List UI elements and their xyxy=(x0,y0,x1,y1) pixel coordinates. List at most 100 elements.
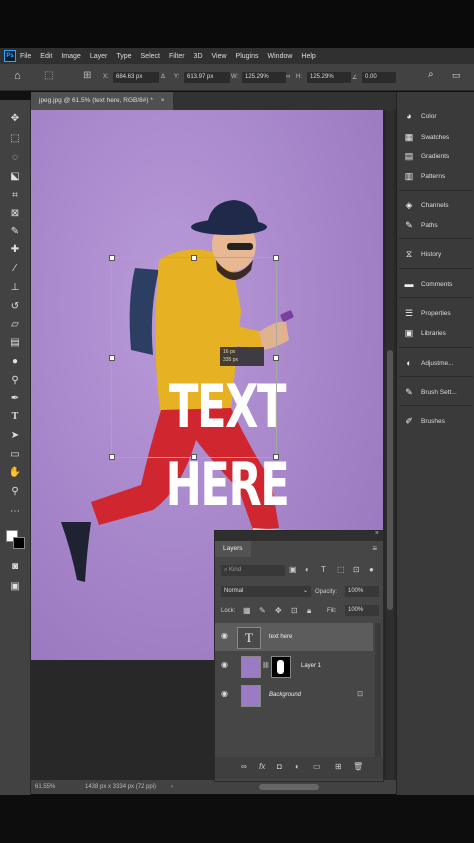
layers-scrollbar[interactable] xyxy=(375,623,381,763)
object-select-tool-icon[interactable]: ⬕ xyxy=(8,170,22,184)
zoom-tool-icon[interactable]: ⚲ xyxy=(8,485,22,499)
transform-handle-ml[interactable] xyxy=(109,355,115,361)
vertical-scrollbar[interactable] xyxy=(386,110,394,780)
pen-tool-icon[interactable]: ✒ xyxy=(8,392,22,406)
eraser-tool-icon[interactable]: ▱ xyxy=(8,318,22,332)
panel-menu-icon[interactable]: ≡ xyxy=(372,544,377,553)
marquee-tool-icon[interactable]: ⬚ xyxy=(8,132,22,146)
eye-icon[interactable]: ◉ xyxy=(221,631,228,640)
add-mask-icon[interactable]: ◘ xyxy=(277,762,282,771)
lock-all-icon[interactable]: 🔒︎ xyxy=(307,606,311,616)
panel-channels[interactable]: ◈ Channels xyxy=(397,194,474,216)
menu-window[interactable]: Window xyxy=(268,53,293,60)
layer-mask-thumbnail[interactable] xyxy=(271,656,291,678)
menu-help[interactable]: Help xyxy=(301,53,315,60)
horizontal-scrollbar-thumb[interactable] xyxy=(259,784,319,790)
layer-row-background[interactable]: ◉ Background ⊡ xyxy=(215,681,373,709)
close-tab-icon[interactable]: × xyxy=(161,97,165,104)
filter-smart-object-icon[interactable]: ⊡ xyxy=(353,565,360,574)
link-icon[interactable]: ∞ xyxy=(286,74,290,80)
panel-properties[interactable]: ☰ Properties xyxy=(397,302,474,324)
layer-filter-search[interactable]: ⌕ Kind xyxy=(221,565,285,576)
menu-filter[interactable]: Filter xyxy=(169,53,185,60)
more-tools-icon[interactable]: ⋯ xyxy=(8,505,22,519)
panel-brush-settings[interactable]: ✎ Brush Sett... xyxy=(397,381,474,403)
panel-comments[interactable]: ▬ Comments xyxy=(397,273,474,295)
menu-plugins[interactable]: Plugins xyxy=(236,53,259,60)
crop-tool-icon[interactable]: ⌗ xyxy=(8,189,22,203)
eye-icon[interactable]: ◉ xyxy=(221,689,228,698)
lock-icon[interactable]: ⊡ xyxy=(357,690,363,698)
filter-shape-icon[interactable]: ⬚ xyxy=(337,565,345,574)
filter-pixel-icon[interactable]: ▣ xyxy=(289,565,297,574)
menu-file[interactable]: File xyxy=(20,53,31,60)
panel-adjustments[interactable]: ◐ Adjustme... xyxy=(397,352,474,374)
opacity-field[interactable]: 100% xyxy=(345,586,379,597)
move-tool-icon[interactable]: ✥ xyxy=(8,112,22,126)
layer-name[interactable]: Background xyxy=(269,692,301,698)
layer-style-icon[interactable]: fx xyxy=(259,762,265,771)
blend-mode-select[interactable]: Normal ⌄ xyxy=(221,586,311,597)
move-tool-options-icon[interactable]: ⬚ xyxy=(44,70,53,81)
lasso-tool-icon[interactable]: ◌ xyxy=(8,151,22,165)
w-field[interactable]: 125.29% xyxy=(242,72,286,83)
hand-tool-icon[interactable]: ✋ xyxy=(8,466,22,480)
angle-field[interactable]: 0.00 xyxy=(362,72,396,83)
layer-name[interactable]: Layer 1 xyxy=(301,663,321,669)
layers-tab[interactable]: Layers xyxy=(215,541,251,557)
filter-adjustment-icon[interactable]: ◐ xyxy=(305,565,310,574)
healing-brush-tool-icon[interactable]: ✚ xyxy=(8,243,22,257)
gradient-tool-icon[interactable]: ▤ xyxy=(8,336,22,350)
close-panel-icon[interactable]: × xyxy=(375,530,379,537)
brush-tool-icon[interactable]: ∕ xyxy=(8,262,22,276)
home-icon[interactable]: ⌂ xyxy=(14,70,21,82)
lock-transparent-icon[interactable]: ▦ xyxy=(243,606,251,615)
dodge-tool-icon[interactable]: ⚲ xyxy=(8,374,22,388)
menu-edit[interactable]: Edit xyxy=(40,53,52,60)
eye-icon[interactable]: ◉ xyxy=(221,660,228,669)
transform-handle-bm[interactable] xyxy=(191,454,197,460)
panel-color[interactable]: ◕ Color xyxy=(397,105,474,127)
panel-brushes[interactable]: ✐ Brushes xyxy=(397,410,474,432)
layer-row-layer-1[interactable]: ◉ ⛓︎ Layer 1 xyxy=(215,652,373,680)
zoom-level[interactable]: 61.55% xyxy=(35,784,55,790)
menu-layer[interactable]: Layer xyxy=(90,53,108,60)
transform-handle-mr[interactable] xyxy=(273,355,279,361)
status-expand-icon[interactable]: › xyxy=(171,784,173,790)
scrollbar-thumb[interactable] xyxy=(387,350,393,610)
reference-point-icon[interactable]: ⊞ xyxy=(83,70,91,81)
y-field[interactable]: 613.97 px xyxy=(184,72,230,83)
filter-type-icon[interactable]: T xyxy=(321,565,326,574)
quick-mask-icon[interactable]: ◙ xyxy=(8,560,22,574)
h-field[interactable]: 125.29% xyxy=(307,72,351,83)
new-layer-icon[interactable]: ⊞ xyxy=(335,762,342,771)
layer-row-text-here[interactable]: ◉ T text here xyxy=(215,623,373,651)
x-field[interactable]: 684.63 px xyxy=(113,72,159,83)
menu-image[interactable]: Image xyxy=(61,53,80,60)
lock-position-icon[interactable]: ✥ xyxy=(275,606,282,615)
rectangle-tool-icon[interactable]: ▭ xyxy=(8,448,22,462)
link-icon[interactable]: ⛓︎ xyxy=(262,662,270,669)
delete-layer-icon[interactable]: 🗑︎ xyxy=(353,762,363,771)
adjustment-layer-icon[interactable]: ◐ xyxy=(295,762,300,771)
panel-history[interactable]: ⧖ History xyxy=(397,243,474,265)
transform-handle-br[interactable] xyxy=(273,454,279,460)
panel-libraries[interactable]: ▣ Libraries xyxy=(397,322,474,344)
panel-paths[interactable]: ✎ Paths xyxy=(397,214,474,236)
type-tool-icon[interactable]: T xyxy=(8,410,22,424)
frame-tool-icon[interactable]: ⊠ xyxy=(8,207,22,221)
menu-3d[interactable]: 3D xyxy=(194,53,203,60)
document-tab[interactable]: jpeg.jpg @ 61.5% (text here, RGB/8#) * × xyxy=(31,92,173,110)
workspace-icon[interactable]: ▭ xyxy=(452,70,461,81)
layer-name[interactable]: text here xyxy=(269,634,292,640)
link-layers-icon[interactable]: ∞ xyxy=(241,762,247,771)
menu-type[interactable]: Type xyxy=(116,53,131,60)
panel-patterns[interactable]: ▥ Patterns xyxy=(397,165,474,187)
transform-handle-tl[interactable] xyxy=(109,255,115,261)
panel-gradients[interactable]: ▤ Gradients xyxy=(397,145,474,167)
menu-view[interactable]: View xyxy=(212,53,227,60)
transform-handle-bl[interactable] xyxy=(109,454,115,460)
fill-field[interactable]: 100% xyxy=(345,605,379,616)
screen-mode-icon[interactable]: ▣ xyxy=(8,580,22,594)
transform-handle-tm[interactable] xyxy=(191,255,197,261)
